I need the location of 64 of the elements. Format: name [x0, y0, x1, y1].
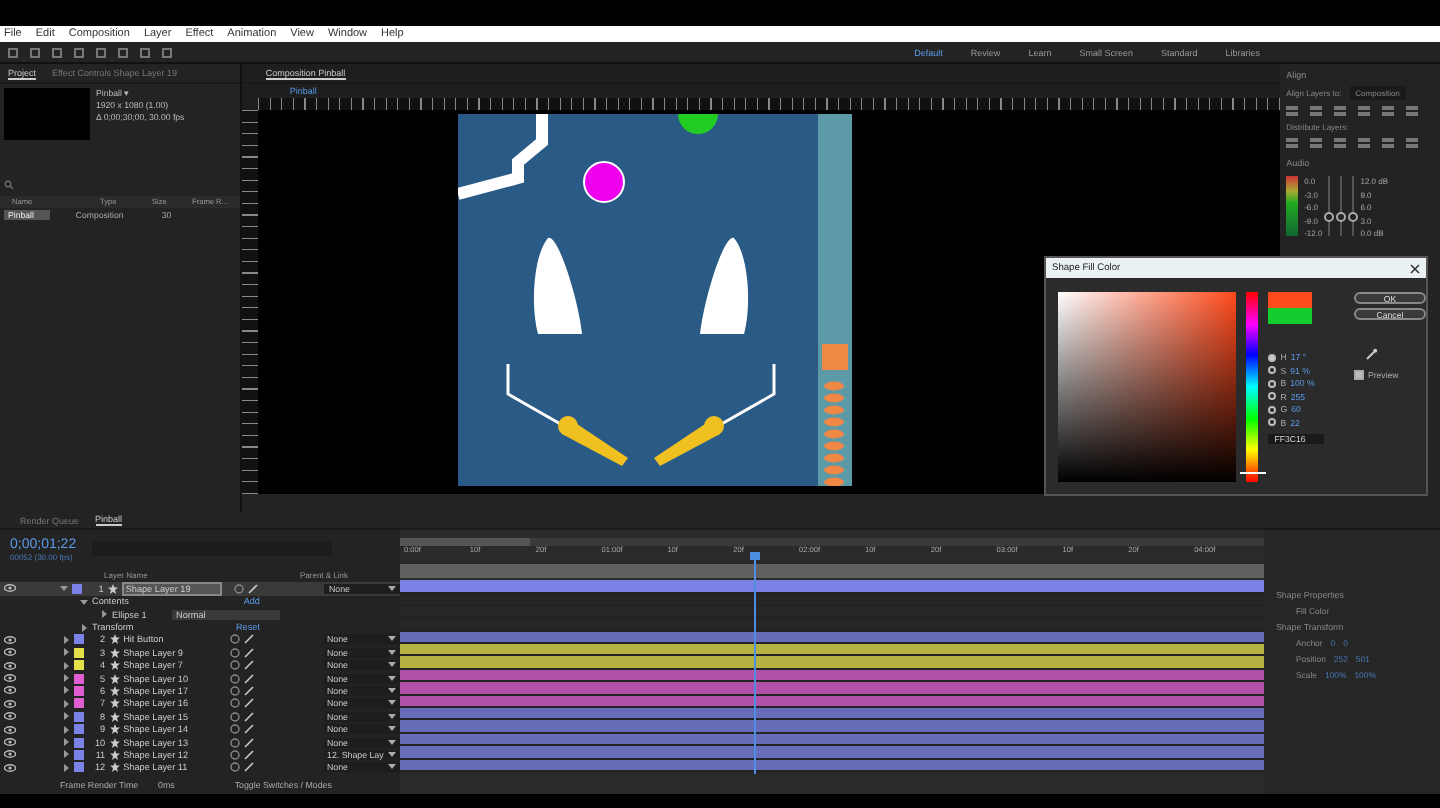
radio-button[interactable]: [1268, 405, 1277, 413]
eyedropper-icon[interactable]: [1366, 348, 1378, 360]
layer-color-label[interactable]: [73, 762, 84, 773]
hue-marker[interactable]: [1239, 472, 1266, 475]
tool-icon[interactable]: [118, 47, 128, 57]
layer-color-label[interactable]: [73, 634, 84, 645]
star-icon: [107, 583, 118, 594]
radio-button[interactable]: [1268, 418, 1277, 426]
tool-icon[interactable]: [52, 47, 62, 57]
eye-icon[interactable]: [4, 699, 16, 708]
layer-bar[interactable]: [400, 708, 1264, 721]
layer-color-label[interactable]: [73, 660, 84, 671]
layer-bar[interactable]: [400, 656, 1264, 670]
eye-icon[interactable]: [4, 738, 16, 747]
radio-button[interactable]: [1268, 353, 1277, 361]
expanded-arrow-icon[interactable]: [80, 597, 88, 606]
audio-slider-knob[interactable]: [1336, 212, 1347, 222]
eye-icon[interactable]: [4, 584, 16, 593]
layer-bar[interactable]: [400, 644, 1264, 657]
layer-color-label[interactable]: [73, 698, 84, 709]
tool-icon[interactable]: [8, 47, 18, 57]
collapsed-arrow-icon[interactable]: [80, 623, 88, 631]
pencil-icon[interactable]: [247, 583, 258, 594]
layer-color-label[interactable]: [73, 749, 84, 760]
layer-bar[interactable]: [400, 720, 1264, 734]
expanded-arrow-icon[interactable]: [60, 584, 69, 593]
comp-thumbnail: [4, 88, 90, 140]
layer-color-label[interactable]: [72, 583, 83, 594]
eye-icon[interactable]: [4, 686, 16, 695]
saturation-brightness-field[interactable]: [1058, 292, 1236, 482]
layer-bar[interactable]: [400, 580, 1264, 594]
layer-color-label[interactable]: [73, 737, 84, 748]
layer-color-label[interactable]: [73, 711, 84, 722]
eye-icon[interactable]: [4, 763, 16, 772]
close-icon[interactable]: [1410, 263, 1420, 273]
radio-button[interactable]: [1268, 366, 1277, 374]
layer-color-label[interactable]: [73, 673, 84, 684]
layer-bar[interactable]: [400, 746, 1264, 760]
tool-icon[interactable]: [140, 47, 150, 57]
layer-color-label[interactable]: [73, 647, 84, 658]
tool-icon[interactable]: [162, 47, 172, 57]
audio-slider-knob[interactable]: [1324, 212, 1335, 222]
radio-button[interactable]: [1268, 379, 1277, 387]
audio-meter: [1286, 176, 1299, 236]
radio-button[interactable]: [1268, 392, 1277, 400]
eye-icon[interactable]: [4, 648, 16, 657]
layer-bar[interactable]: [400, 682, 1264, 696]
eye-icon[interactable]: [4, 725, 16, 734]
tool-icon[interactable]: [30, 47, 40, 57]
work-area-track[interactable]: [400, 538, 1264, 547]
eye-icon[interactable]: [4, 674, 16, 683]
eye-icon[interactable]: [4, 635, 16, 644]
layer-color-label[interactable]: [73, 685, 84, 696]
caret-icon: [388, 585, 396, 592]
preview-checkbox[interactable]: [1354, 370, 1364, 380]
eye-icon[interactable]: [4, 712, 16, 721]
eye-icon[interactable]: [4, 661, 16, 670]
search-icon[interactable]: [4, 179, 14, 189]
audio-slider-knob[interactable]: [1348, 212, 1359, 222]
tool-icon[interactable]: [96, 47, 106, 57]
collapsed-arrow-icon[interactable]: [100, 610, 108, 619]
tool-icon[interactable]: [74, 47, 84, 57]
eye-icon[interactable]: [4, 750, 16, 759]
layer-color-label[interactable]: [73, 724, 84, 735]
